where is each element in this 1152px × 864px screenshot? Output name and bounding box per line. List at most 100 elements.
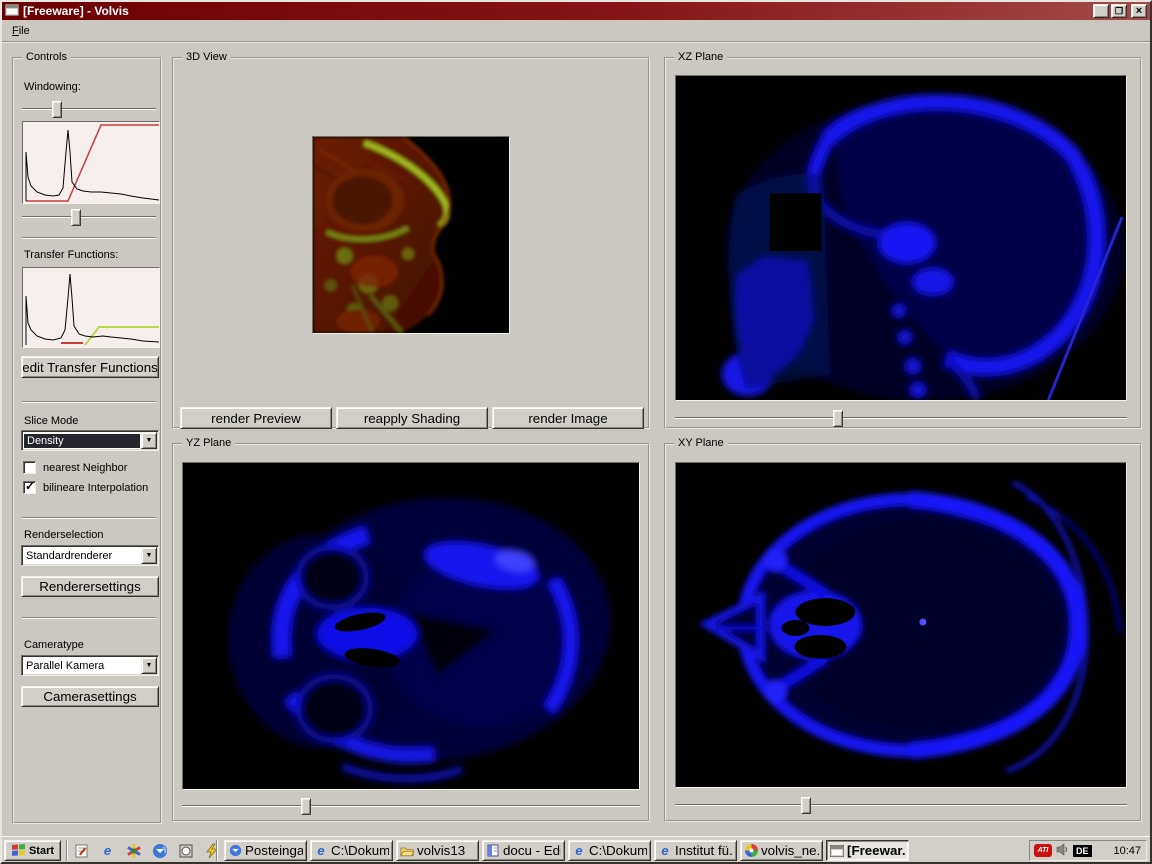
windowing-histogram-curve — [26, 130, 159, 201]
task-button-row: Posteinga... e C:\Dokum... volvis13 docu… — [224, 840, 909, 861]
minimize-button[interactable]: _ — [1093, 4, 1109, 18]
bilinear-interpolation-option[interactable]: ✓ bilineare Interpolation — [23, 481, 148, 494]
slider-thumb[interactable] — [833, 410, 843, 427]
close-button[interactable]: × — [1131, 4, 1147, 18]
ati-tray-icon[interactable]: ATI — [1034, 844, 1052, 857]
keyboard-layout-indicator[interactable]: DE — [1073, 845, 1092, 857]
task-button-freeware-volvis[interactable]: [Freewar... — [826, 840, 909, 861]
xy-plane-group-title: XY Plane — [674, 437, 728, 449]
window-title: [Freeware] - Volvis — [23, 4, 129, 18]
windowing-histogram — [22, 121, 160, 204]
view3d-render-image[interactable] — [312, 136, 510, 334]
slider-thumb[interactable] — [301, 798, 311, 815]
outlook-express-icon[interactable] — [150, 841, 169, 860]
xy-plane-slider[interactable] — [675, 797, 1127, 814]
yz-plane-slider[interactable] — [182, 798, 640, 815]
xy-plane-image[interactable] — [675, 462, 1127, 788]
xz-plane-image[interactable] — [675, 75, 1127, 401]
news-reader-icon[interactable] — [124, 841, 143, 860]
slider-thumb[interactable] — [71, 209, 81, 226]
windowing-label: Windowing: — [24, 81, 81, 93]
slider-track — [675, 804, 1127, 806]
yz-plane-group: YZ Plane — [172, 443, 650, 822]
volume-icon[interactable] — [1056, 843, 1069, 859]
chevron-down-icon[interactable]: ▼ — [141, 657, 157, 674]
app-window: [Freeware] - Volvis _ ❐ × File Controls … — [0, 0, 1152, 864]
view3d-group: 3D View — [172, 57, 650, 429]
xz-plane-group: XZ Plane — [664, 57, 1142, 429]
renderselection-select[interactable]: Standardrenderer ▼ — [21, 545, 159, 566]
cameratype-label: Cameratype — [24, 639, 84, 651]
lightning-icon[interactable] — [202, 841, 221, 860]
task-button-volvis-ne[interactable]: volvis_ne... — [740, 840, 823, 861]
slice-mode-select[interactable]: Density ▼ — [21, 430, 159, 451]
task-button-institut[interactable]: e Institut fü... — [654, 840, 737, 861]
taskbar-separator[interactable] — [216, 840, 218, 861]
camerasettings-button[interactable]: Camerasettings — [21, 686, 159, 707]
chevron-down-icon[interactable]: ▼ — [141, 432, 157, 449]
task-button-dokum-2[interactable]: e C:\Dokum... — [568, 840, 651, 861]
yz-plane-image[interactable] — [182, 462, 640, 790]
title-bar: [Freeware] - Volvis _ ❐ × — [2, 2, 1150, 20]
outlook-express-icon — [228, 844, 242, 857]
menu-file[interactable]: File — [6, 23, 36, 39]
slice-mode-label: Slice Mode — [24, 415, 78, 427]
notepad-icon — [486, 844, 500, 857]
slider-track — [22, 216, 156, 218]
xz-plane-group-title: XZ Plane — [674, 51, 727, 63]
window-icon — [830, 844, 844, 857]
divider — [22, 401, 156, 403]
windowing-slider-upper[interactable] — [22, 101, 156, 118]
task-button-docu-editor[interactable]: docu - Editor — [482, 840, 565, 861]
slider-thumb[interactable] — [801, 797, 811, 814]
xz-plane-slider[interactable] — [675, 410, 1127, 427]
slider-track — [675, 417, 1127, 419]
edit-transfer-functions-button[interactable]: edit Transfer Functions — [21, 356, 159, 378]
cameratype-select[interactable]: Parallel Kamera ▼ — [21, 655, 159, 676]
render-preview-button[interactable]: render Preview — [180, 407, 332, 429]
windowing-ramp-line — [26, 125, 159, 201]
internet-explorer-icon[interactable]: e — [98, 841, 117, 860]
xy-plane-group: XY Plane — [664, 443, 1142, 822]
client-area: Controls Windowing: Transfer Functions: — [2, 45, 1150, 836]
windows-flag-icon — [11, 843, 26, 859]
slice-mode-value: Density — [24, 434, 140, 448]
task-button-volvis13[interactable]: volvis13 — [396, 840, 479, 861]
view3d-group-title: 3D View — [182, 51, 231, 63]
render-image-button[interactable]: render Image — [492, 407, 644, 429]
nearest-neighbor-label: nearest Neighbor — [43, 462, 127, 474]
taskbar-separator[interactable] — [66, 840, 68, 861]
restore-button[interactable]: ❐ — [1111, 4, 1127, 18]
reapply-shading-button[interactable]: reapply Shading — [336, 407, 488, 429]
controls-group: Controls Windowing: Transfer Functions: — [12, 57, 162, 824]
internet-explorer-icon: e — [658, 844, 672, 857]
volvis-app-icon — [744, 844, 758, 857]
folder-icon — [400, 844, 414, 857]
tray-clock[interactable]: 10:47 — [1113, 845, 1141, 857]
start-button[interactable]: Start — [4, 840, 61, 861]
slider-thumb[interactable] — [52, 101, 62, 118]
show-desktop-icon[interactable] — [72, 841, 91, 860]
internet-explorer-icon: e — [572, 844, 586, 857]
transfer-functions-histogram — [22, 267, 160, 348]
bilinear-interpolation-label: bilineare Interpolation — [43, 482, 148, 494]
task-button-posteingang[interactable]: Posteinga... — [224, 840, 307, 861]
windowing-slider-lower[interactable] — [22, 209, 156, 226]
transfer-green-line — [85, 327, 159, 345]
chevron-down-icon[interactable]: ▼ — [141, 547, 157, 564]
renderersettings-button[interactable]: Renderersettings — [21, 576, 159, 597]
nearest-neighbor-checkbox[interactable]: ✓ — [23, 461, 36, 474]
renderselection-label: Renderselection — [24, 529, 104, 541]
bilinear-interpolation-checkbox[interactable]: ✓ — [23, 481, 36, 494]
taskbar: Start e Posteinga... — [2, 836, 1150, 862]
internet-explorer-icon: e — [314, 844, 328, 857]
task-button-dokum-1[interactable]: e C:\Dokum... — [310, 840, 393, 861]
nearest-neighbor-option[interactable]: ✓ nearest Neighbor — [23, 461, 127, 474]
start-button-label: Start — [29, 845, 54, 857]
slider-track — [22, 108, 156, 110]
viewer-icon[interactable] — [176, 841, 195, 860]
divider — [22, 237, 156, 239]
slider-track — [182, 805, 640, 807]
menu-bar: File — [2, 20, 1150, 43]
quick-launch-bar: e — [72, 841, 221, 860]
